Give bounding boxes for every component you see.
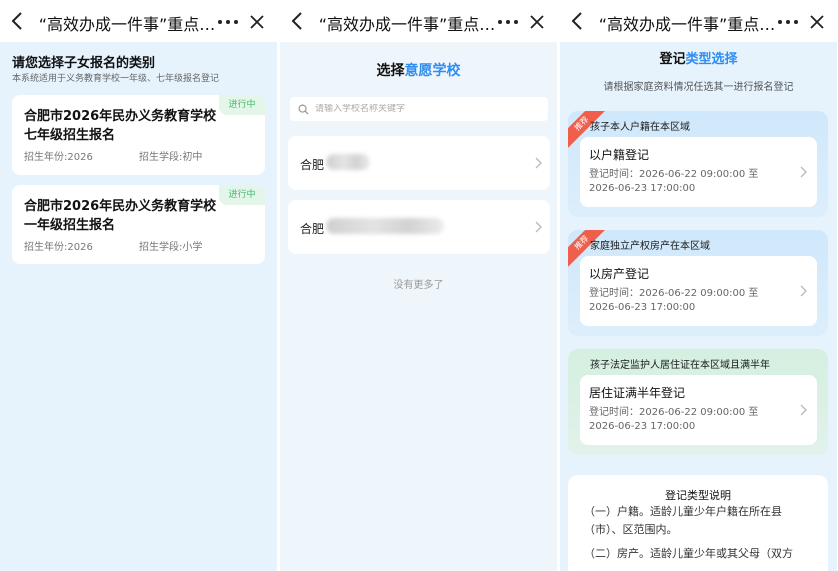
- explanation-card: 登记类型说明 （一）户籍。适龄儿童少年户籍在所在县（市）、区范围内。 （二）房产…: [568, 475, 828, 571]
- reg-option-residence: 孩子法定监护人居住证在本区域且满半年 居住证满半年登记 登记时间：2026-06…: [568, 349, 828, 455]
- close-icon[interactable]: [806, 11, 828, 33]
- registration-type-screen: “高效办成一件事”重点… 登记类型选择 请根据家庭资料情况任选其一进行报名登记 …: [560, 0, 837, 571]
- page-title: 登记类型选择: [560, 48, 837, 67]
- option-name: 以房产登记: [589, 267, 650, 281]
- explanation-paragraph: （二）房产。适龄儿童少年或其父母（双方: [584, 547, 793, 560]
- chevron-left-icon[interactable]: [6, 9, 28, 33]
- search-icon: [298, 104, 309, 115]
- option-name: 以户籍登记: [589, 148, 650, 162]
- page-subheading: 本系统适用于义务教育学校一年级、七年级报名登记: [12, 74, 220, 84]
- enroll-stage: 招生学段:初中: [139, 152, 203, 163]
- page-title: 选择意愿学校: [280, 60, 557, 80]
- option-time: 登记时间：2026-06-22 09:00:00 至 2026-06-23 17…: [589, 407, 759, 432]
- nav-title: “高效办成一件事”重点…: [598, 15, 776, 34]
- school-selection-screen: “高效办成一件事”重点… 选择意愿学校 合肥 合肥 没有更多了: [280, 0, 557, 571]
- close-icon[interactable]: [246, 11, 268, 33]
- navbar: “高效办成一件事”重点…: [280, 0, 557, 42]
- option-time: 登记时间：2026-06-22 09:00:00 至 2026-06-23 17…: [589, 169, 759, 194]
- navbar: “高效办成一件事”重点…: [560, 0, 837, 42]
- page-heading: 请您选择子女报名的类别: [12, 56, 156, 71]
- card-title: 合肥市2026年民办义务教育学校一年级招生报名: [24, 199, 217, 233]
- status-badge: 进行中: [219, 95, 265, 115]
- property-register-button[interactable]: 以房产登记 登记时间：2026-06-22 09:00:00 至 2026-06…: [580, 256, 817, 326]
- more-dots-icon[interactable]: [218, 19, 238, 25]
- chevron-right-icon: [535, 221, 542, 233]
- search-bar[interactable]: [290, 97, 548, 121]
- option-time: 登记时间：2026-06-22 09:00:00 至 2026-06-23 17…: [589, 288, 759, 313]
- chevron-right-icon: [800, 404, 807, 416]
- school-list: 合肥 合肥: [280, 130, 557, 571]
- chevron-right-icon: [800, 285, 807, 297]
- close-icon[interactable]: [526, 11, 548, 33]
- option-name: 居住证满半年登记: [589, 386, 686, 400]
- enrollment-card-grade7[interactable]: 进行中 合肥市2026年民办义务教育学校七年级招生报名 招生年份:2026 招生…: [12, 95, 265, 175]
- status-badge: 进行中: [219, 185, 265, 205]
- residence-register-button[interactable]: 居住证满半年登记 登记时间：2026-06-22 09:00:00 至 2026…: [580, 375, 817, 445]
- school-item[interactable]: 合肥: [288, 200, 550, 254]
- school-item[interactable]: 合肥: [288, 136, 550, 190]
- nav-title: “高效办成一件事”重点…: [318, 15, 496, 34]
- screens-container: “高效办成一件事”重点… 请您选择子女报名的类别 本系统适用于义务教育学校一年级…: [0, 0, 838, 571]
- chevron-left-icon[interactable]: [286, 9, 308, 33]
- nav-title: “高效办成一件事”重点…: [38, 15, 216, 34]
- title-highlight: 意愿学校: [404, 63, 461, 79]
- option-header: 孩子本人户籍在本区域: [590, 122, 690, 133]
- option-header: 孩子法定监护人居住证在本区域且满半年: [590, 360, 770, 371]
- more-dots-icon[interactable]: [778, 19, 798, 25]
- enroll-year: 招生年份:2026: [24, 242, 93, 253]
- page-subtitle: 请根据家庭资料情况任选其一进行报名登记: [603, 82, 794, 93]
- enrollment-card-grade1[interactable]: 进行中 合肥市2026年民办义务教育学校一年级招生报名 招生年份:2026 招生…: [12, 185, 265, 264]
- more-dots-icon[interactable]: [498, 19, 518, 25]
- chevron-left-icon[interactable]: [566, 9, 588, 33]
- school-name: 合肥: [300, 158, 325, 172]
- category-selection-screen: “高效办成一件事”重点… 请您选择子女报名的类别 本系统适用于义务教育学校一年级…: [0, 0, 277, 571]
- redacted-text: [326, 154, 370, 170]
- household-register-button[interactable]: 以户籍登记 登记时间：2026-06-22 09:00:00 至 2026-06…: [580, 137, 817, 207]
- search-input[interactable]: [315, 104, 535, 114]
- reg-option-property: 推荐 家庭独立产权房产在本区域 以房产登记 登记时间：2026-06-22 09…: [568, 230, 828, 336]
- school-name: 合肥: [300, 222, 325, 236]
- title-highlight: 类型选择: [685, 52, 738, 67]
- option-header: 家庭独立产权房产在本区域: [590, 241, 710, 252]
- chevron-right-icon: [800, 166, 807, 178]
- no-more-text: 没有更多了: [393, 280, 444, 291]
- explanation-paragraph: （一）户籍。适龄儿童少年户籍在所在县（市）、区范围内。: [584, 505, 782, 536]
- explanation-title: 登记类型说明: [665, 489, 731, 502]
- title-prefix: 选择: [376, 63, 405, 79]
- enroll-stage: 招生学段:小学: [139, 242, 203, 253]
- title-prefix: 登记: [659, 52, 686, 67]
- chevron-right-icon: [535, 157, 542, 169]
- enroll-year: 招生年份:2026: [24, 152, 93, 163]
- navbar: “高效办成一件事”重点…: [0, 0, 277, 42]
- card-title: 合肥市2026年民办义务教育学校七年级招生报名: [24, 109, 217, 143]
- reg-option-household: 推荐 孩子本人户籍在本区域 以户籍登记 登记时间：2026-06-22 09:0…: [568, 111, 828, 217]
- redacted-text: [326, 218, 444, 234]
